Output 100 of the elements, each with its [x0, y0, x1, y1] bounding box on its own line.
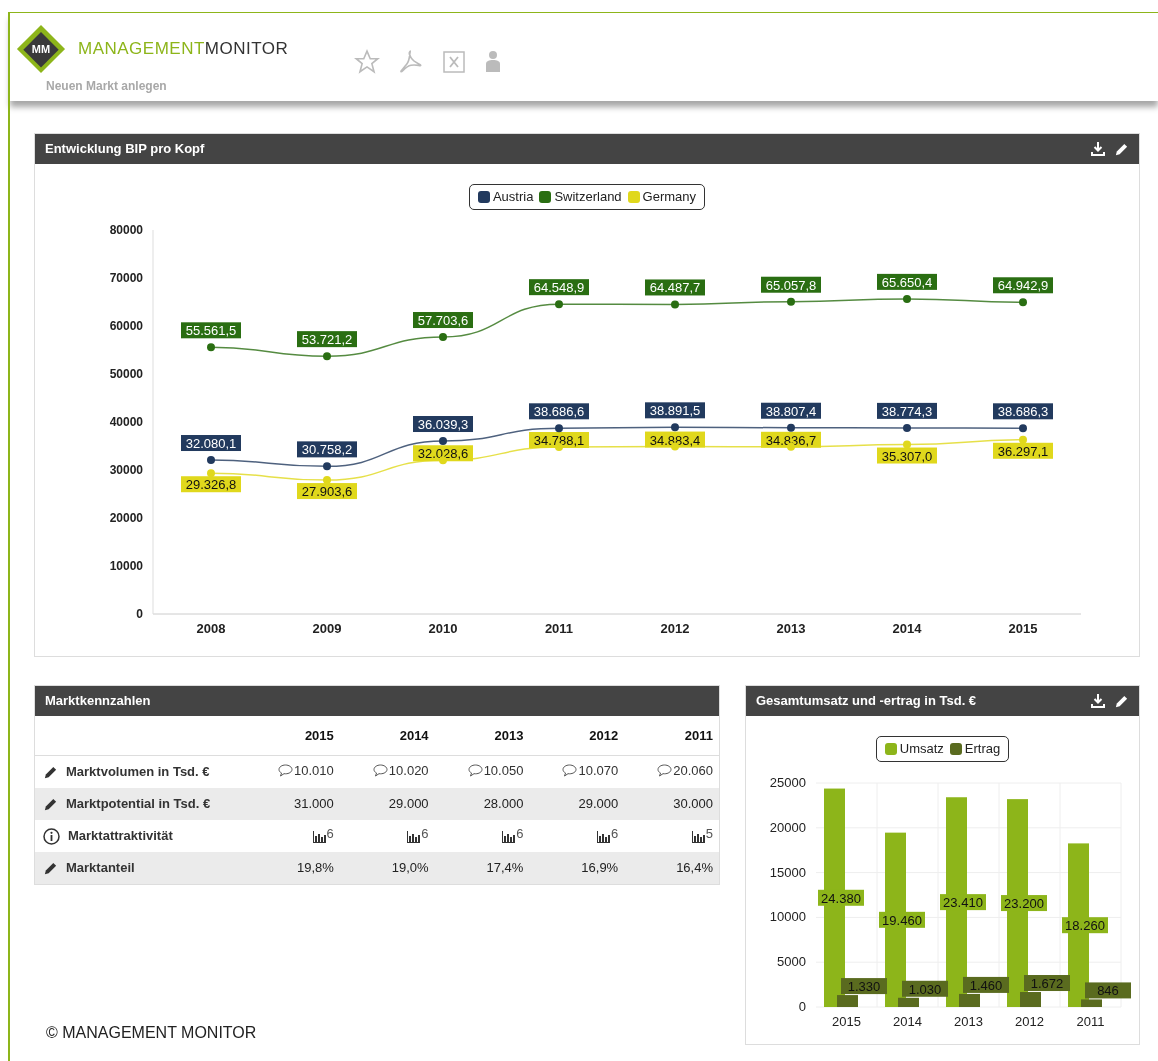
table-cell: 17,4% [486, 860, 524, 876]
pencil-icon[interactable] [1114, 141, 1129, 157]
pencil-icon[interactable] [43, 796, 58, 812]
legend-label: Austria [492, 188, 534, 206]
download-icon[interactable] [1090, 141, 1106, 157]
y-tick-label: 60000 [109, 319, 143, 333]
data-label: 32.080,1 [185, 436, 237, 452]
data-point [207, 456, 215, 464]
table-cell: 19,0% [391, 860, 429, 876]
y-tick-label: 30000 [109, 463, 143, 477]
y-tick-label: 80000 [109, 223, 143, 237]
data-label: 1.672 [1030, 976, 1064, 992]
data-label: 38.807,4 [761, 402, 821, 419]
data-label: 1.460 [969, 977, 1003, 993]
data-label: 846 [1097, 983, 1119, 999]
y-tick-label: 70000 [109, 271, 143, 285]
panel-title: Marktkennzahlen [45, 692, 151, 711]
column-header: 2015 [304, 727, 334, 743]
data-label: 65.650,4 [881, 274, 933, 290]
legend-label: Umsatz [899, 740, 944, 758]
table-cell-text: 6 [516, 824, 524, 843]
x-tick-label: 2010 [428, 621, 458, 636]
data-point [323, 476, 331, 485]
column-header: 2012 [589, 727, 619, 743]
data-label: 846 [1085, 982, 1131, 999]
data-point [671, 300, 679, 309]
data-point [671, 423, 679, 432]
data-label: 38.686,3 [993, 403, 1053, 420]
bar-chart-icon [502, 831, 516, 843]
table-cell-text: 20.060 [673, 762, 713, 781]
data-point [903, 294, 911, 303]
x-tick-label: 2015 [832, 1014, 861, 1029]
bar-chart-icon [596, 831, 610, 843]
table-cell-text: 10.070 [578, 762, 619, 781]
bar-chart-icon [407, 831, 421, 843]
column-header: 2011 [684, 727, 713, 743]
data-label: 65.057,8 [765, 277, 817, 293]
comment-icon[interactable] [562, 764, 578, 778]
data-label: 30.758,2 [297, 441, 357, 458]
x-tick-label: 2008 [196, 621, 226, 636]
x-tick-label: 2013 [954, 1014, 983, 1029]
panel-title: Gesamtumsatz und -ertrag in Tsd. € [756, 692, 977, 711]
data-label: 27.903,6 [301, 484, 353, 500]
table-cell: 31.000 [294, 796, 334, 812]
x-tick-label: 2011 [1076, 1014, 1105, 1029]
data-label: 53.721,2 [301, 332, 353, 348]
data-label: 36.039,3 [417, 417, 469, 433]
data-point [439, 333, 447, 341]
comment-icon[interactable] [467, 764, 483, 778]
table-cell-text: 10.010 [294, 762, 334, 781]
comment-icon[interactable] [278, 764, 294, 778]
data-label: 36.297,1 [993, 442, 1053, 459]
data-label: 57.703,6 [417, 313, 469, 329]
y-tick-label: 10000 [109, 559, 143, 573]
y-tick-label: 50000 [109, 367, 143, 381]
data-point [555, 300, 563, 309]
data-label: 64.487,7 [645, 279, 705, 296]
data-label: 1.330 [847, 979, 881, 995]
pencil-icon[interactable] [1114, 693, 1129, 709]
x-tick-label: 2014 [892, 621, 922, 636]
data-label: 38.891,5 [645, 402, 705, 419]
bar-chart-icon [312, 831, 326, 843]
data-label: 19.460 [879, 911, 925, 928]
data-label: 36.039,3 [413, 416, 473, 432]
x-tick-label: 2012 [660, 621, 690, 636]
data-point [323, 352, 331, 361]
data-label: 38.774,3 [877, 402, 937, 419]
data-label: 38.807,4 [765, 403, 817, 419]
data-label: 64.942,9 [997, 278, 1049, 294]
data-label: 55.561,5 [185, 323, 237, 339]
star-icon[interactable] [354, 49, 381, 75]
table-cell-text: 6 [326, 824, 334, 843]
data-label: 53.721,2 [297, 331, 357, 348]
data-label: 27.903,6 [297, 483, 357, 500]
table-cell: 19,8% [296, 860, 334, 876]
pencil-icon[interactable] [43, 860, 58, 876]
data-point [1019, 298, 1027, 307]
row-label: Marktpotential in Tsd. € [66, 795, 211, 814]
pencil-icon[interactable] [43, 764, 58, 780]
table-cell-text: 10.050 [483, 762, 524, 781]
table-cell: 16,9% [581, 860, 619, 876]
data-label: 55.561,5 [181, 322, 241, 339]
comment-icon[interactable] [657, 764, 673, 778]
data-point [903, 440, 911, 449]
logo-icon[interactable]: MM [16, 24, 66, 74]
data-label: 24.380 [818, 889, 864, 906]
data-label: 35.307,0 [881, 448, 933, 464]
column-header: 2013 [494, 727, 524, 743]
info-icon[interactable] [43, 827, 60, 845]
data-label: 64.487,7 [649, 280, 701, 296]
row-label: Marktanteil [66, 859, 135, 878]
download-icon[interactable] [1090, 693, 1106, 709]
data-label: 1.672 [1024, 975, 1070, 991]
table-cell: 30.000 [673, 796, 713, 812]
data-label: 18.260 [1062, 917, 1108, 934]
table-cell: 29.000 [578, 796, 619, 812]
data-label: 1.330 [841, 978, 887, 995]
comment-icon[interactable] [372, 764, 388, 778]
data-label: 38.686,6 [533, 404, 585, 420]
data-label: 23.410 [940, 894, 986, 911]
